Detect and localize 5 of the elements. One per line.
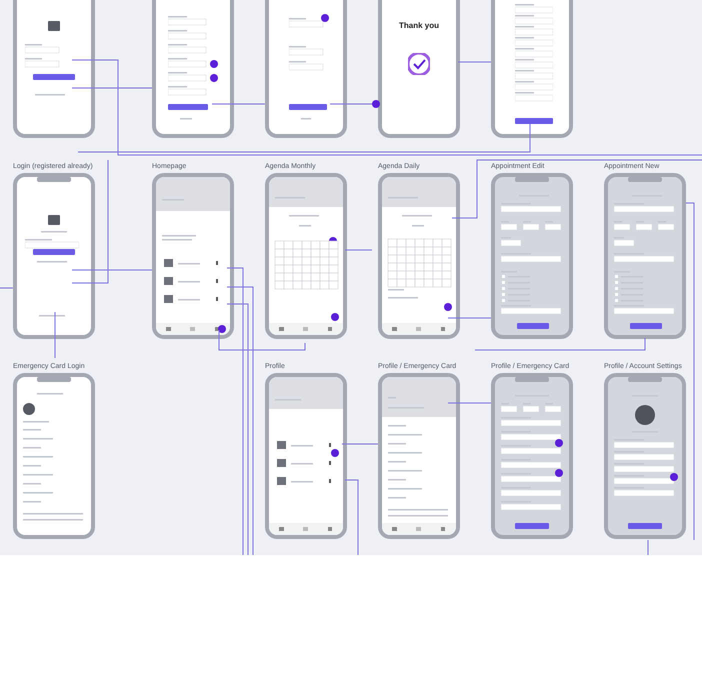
wireframe-drawing <box>408 53 430 75</box>
step-badge <box>372 100 380 108</box>
connector-line <box>54 312 56 358</box>
connector-line <box>448 402 492 404</box>
thank-you-heading: Thank you <box>398 20 440 32</box>
